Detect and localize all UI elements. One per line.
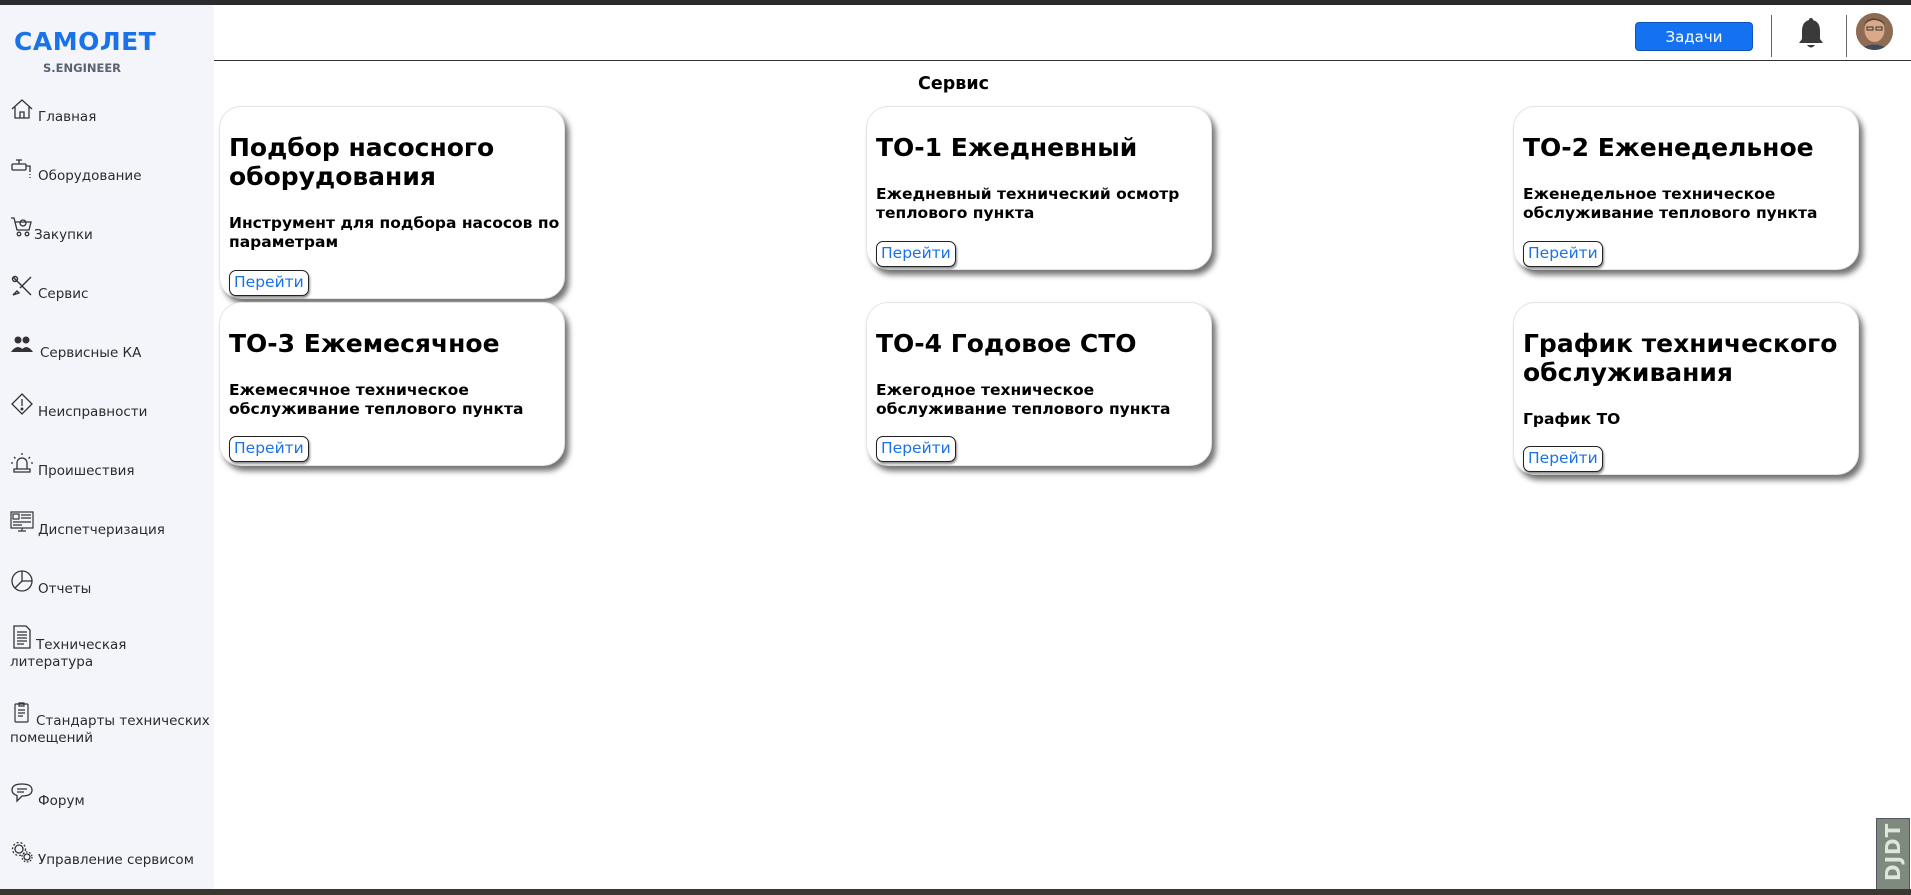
sidebar-item-label: Отчеты	[38, 581, 92, 597]
card-to4-annual: ТО-4 Годовое СТО Ежегодное техническое о…	[866, 302, 1212, 466]
tools-icon	[11, 275, 32, 296]
window-top-border	[0, 0, 1911, 5]
page-title: Сервис	[918, 74, 989, 94]
sidebar-item-label: Неисправности	[38, 404, 148, 420]
go-button[interactable]: Перейти	[876, 241, 956, 267]
home-icon	[11, 99, 33, 119]
card-description: Ежедневный технический осмотр теплового …	[876, 185, 1180, 222]
card-title: График технического обслуживания	[1523, 329, 1838, 387]
dashboard-icon	[10, 511, 34, 532]
debug-toolbar-label: DJDT	[1881, 822, 1905, 881]
card-description: Ежемесячное техническое обслуживание теп…	[229, 381, 524, 418]
avatar-photo	[1856, 13, 1893, 50]
go-button[interactable]: Перейти	[876, 436, 956, 462]
brand-subtitle: S.ENGINEER	[43, 61, 122, 75]
header-separator	[1771, 15, 1772, 57]
siren-icon	[11, 453, 33, 473]
cart-icon	[11, 217, 32, 237]
warning-icon	[11, 393, 33, 415]
card-description: Ежегодное техническое обслуживание тепло…	[876, 381, 1171, 418]
sidebar-item-label: Закупки	[34, 227, 93, 243]
sidebar-item-label: Оборудование	[38, 168, 142, 184]
debug-toolbar-toggle[interactable]: DJDT	[1876, 818, 1910, 893]
go-button[interactable]: Перейти	[229, 436, 309, 462]
card-title: Подбор насосного оборудования	[229, 133, 495, 191]
sidebar-item-label: Сервис	[38, 286, 89, 302]
card-to3-monthly: ТО-3 Ежемесячное Ежемесячное техническое…	[219, 302, 565, 466]
sidebar-item-label: Управление сервисом	[38, 852, 194, 868]
sidebar: САМОЛЕТ S.ENGINEER Главная Оборудование …	[0, 5, 214, 889]
go-button[interactable]: Перейти	[1523, 241, 1603, 267]
card-title: ТО-3 Ежемесячное	[229, 329, 500, 358]
card-description: Еженедельное техническое обслуживание те…	[1523, 185, 1818, 222]
users-icon	[11, 336, 33, 352]
brand-name: САМОЛЕТ	[14, 27, 157, 56]
chat-icon	[11, 783, 33, 803]
card-title: ТО-2 Еженедельное	[1523, 133, 1814, 162]
sidebar-item-label: Главная	[38, 109, 97, 125]
header-separator	[1846, 15, 1847, 57]
card-title: ТО-4 Годовое СТО	[876, 329, 1137, 358]
faucet-icon	[11, 159, 31, 178]
header-divider	[214, 60, 1911, 61]
brand-logo[interactable]: САМОЛЕТ S.ENGINEER	[14, 27, 157, 75]
card-description: Инструмент для подбора насосов по параме…	[229, 214, 560, 251]
sidebar-item-label: Форум	[38, 793, 85, 809]
sidebar-item-label: Проишествия	[38, 463, 135, 479]
card-maintenance-schedule: График технического обслуживания График …	[1513, 302, 1859, 475]
tasks-button[interactable]: Задачи	[1635, 22, 1753, 51]
pie-chart-icon	[11, 570, 33, 592]
card-to1-daily: ТО-1 Ежедневный Ежедневный технический о…	[866, 106, 1212, 270]
card-description: График ТО	[1523, 410, 1621, 428]
sidebar-item-label: Стандарты технических помещений	[10, 713, 210, 746]
sidebar-item-label: Диспетчеризация	[38, 522, 165, 538]
sidebar-item-label: Сервисные КА	[40, 345, 142, 361]
card-pump-selection: Подбор насосного оборудования Инструмент…	[219, 106, 565, 299]
go-button[interactable]: Перейти	[229, 270, 309, 296]
bell-icon[interactable]	[1798, 16, 1824, 50]
gears-icon	[11, 841, 33, 863]
card-title: ТО-1 Ежедневный	[876, 133, 1138, 162]
sidebar-item-label: Техническая литература	[10, 637, 127, 670]
card-to2-weekly: ТО-2 Еженедельное Еженедельное техническ…	[1513, 106, 1859, 270]
window-bottom-border	[0, 889, 1911, 895]
user-avatar[interactable]	[1856, 13, 1893, 50]
go-button[interactable]: Перейти	[1523, 446, 1603, 472]
